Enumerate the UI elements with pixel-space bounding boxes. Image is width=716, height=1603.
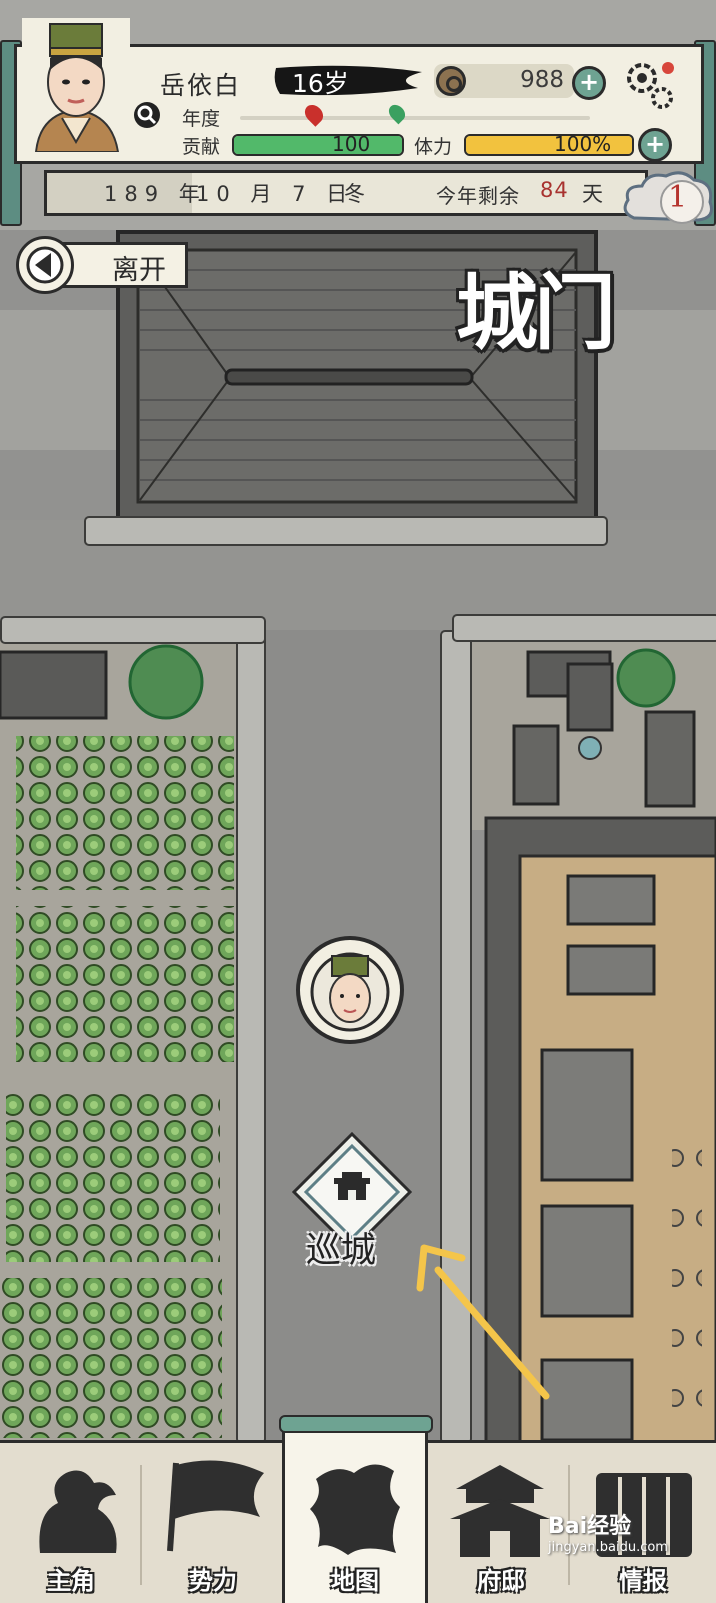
- player-marker-avatar-icon: [310, 952, 390, 1032]
- add-stamina-button[interactable]: +: [638, 128, 672, 162]
- player-name: 岳依白: [160, 71, 242, 100]
- nav-label-intel: 情报: [619, 1567, 667, 1595]
- flag-icon: [167, 1460, 264, 1552]
- nav-label-mansion: 府邸: [477, 1567, 525, 1595]
- contribution-bar: [232, 134, 404, 156]
- remaining-days: 84: [540, 178, 569, 202]
- add-coins-button[interactable]: +: [572, 66, 606, 100]
- location-title: 城门: [456, 265, 616, 361]
- annual-track: [240, 116, 590, 120]
- watermark-sub: jingyan.baidu.com: [548, 1540, 668, 1555]
- notification-cloud-button[interactable]: 1: [620, 168, 716, 230]
- contribution-bar-fill: [234, 136, 402, 154]
- nav-label-protagonist: 主角: [47, 1567, 95, 1595]
- nav-tab-map[interactable]: 地图: [284, 1443, 426, 1603]
- nav-tab-faction[interactable]: 势力: [142, 1443, 284, 1603]
- player-age: 16岁: [292, 69, 349, 98]
- leave-button[interactable]: 离开: [16, 236, 188, 294]
- remaining-unit: 天: [582, 182, 610, 206]
- nav-label-map: 地图: [331, 1567, 379, 1595]
- contribution-label: 贡献: [182, 136, 221, 158]
- contribution-value: 100: [332, 132, 371, 156]
- back-arrow-icon: [26, 246, 64, 284]
- watermark-text: Bai经验: [548, 1514, 632, 1539]
- date-month-day: 10 月 7 日: [196, 182, 355, 206]
- date-year: 189 年: [104, 182, 207, 206]
- nav-tab-protagonist[interactable]: 主角: [0, 1443, 142, 1603]
- map-icon: [310, 1464, 400, 1555]
- coin-icon: [436, 66, 466, 96]
- hint-arrow-icon: [416, 1244, 550, 1400]
- avatar: [22, 18, 130, 153]
- date-season: 冬: [344, 182, 372, 206]
- player-portrait[interactable]: [22, 18, 160, 153]
- coin-value: 988: [520, 67, 564, 93]
- player-map-marker[interactable]: [296, 936, 404, 1044]
- annual-label: 年度: [182, 108, 221, 130]
- stamina-value: 100%: [554, 132, 612, 156]
- remaining-label: 今年剩余: [436, 184, 520, 208]
- patrol-label[interactable]: 巡城: [306, 1222, 376, 1273]
- leave-label: 离开: [112, 255, 166, 286]
- protagonist-icon: [39, 1470, 117, 1553]
- watermark-logo: Bai经验 jingyan.baidu.com: [548, 1508, 668, 1555]
- inspect-search-icon[interactable]: [134, 102, 160, 128]
- settings-gear-icon[interactable]: [620, 56, 676, 112]
- nav-label-faction: 势力: [189, 1567, 237, 1595]
- stamina-label: 体力: [414, 136, 453, 158]
- notification-count: 1: [668, 180, 688, 215]
